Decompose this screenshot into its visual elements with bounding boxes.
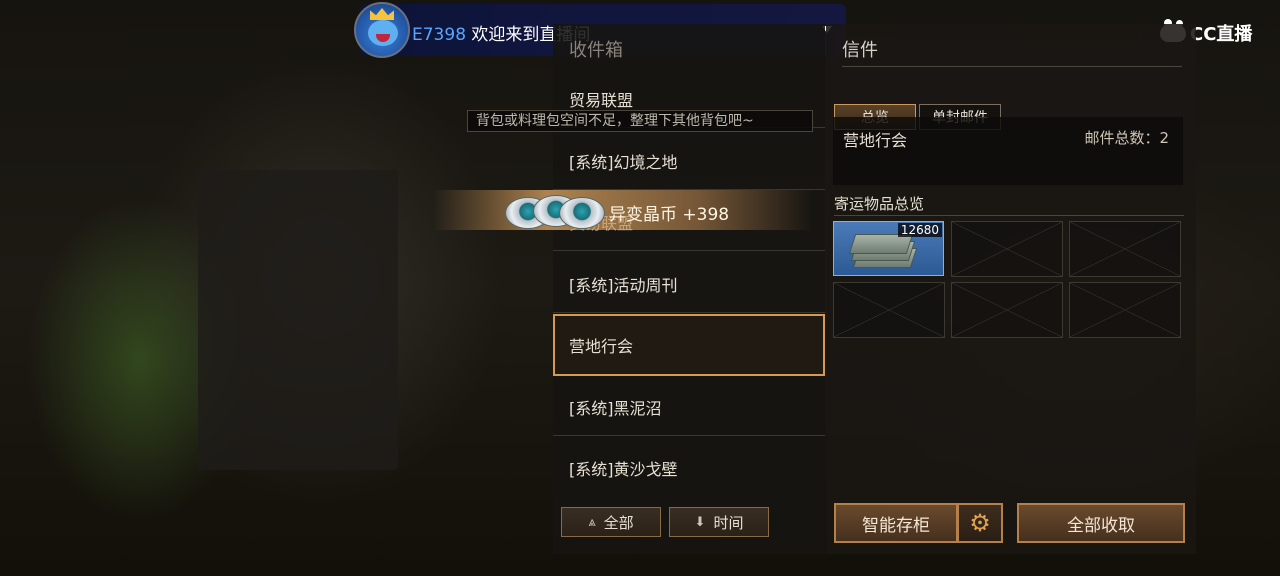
cash-stack-icon (848, 232, 918, 268)
sort-time-label: 时间 (713, 513, 744, 532)
mail-count: 邮件总数：2 (1084, 129, 1169, 147)
inbox-panel: 收件箱 贸易联盟 [系统]幻境之地 贸易联盟 [系统]活动周刊 营地行会 [系统… (553, 24, 825, 554)
mail-item-label: [系统]活动周刊 (569, 276, 678, 295)
mail-item-fantasy-land[interactable]: [系统]幻境之地 (553, 130, 825, 190)
mail-item-label: [系统]幻境之地 (569, 153, 678, 172)
mail-item-label: 营地行会 (569, 337, 634, 356)
background-silhouette (198, 170, 398, 470)
mail-item-weekly-events[interactable]: [系统]活动周刊 (553, 253, 825, 313)
collect-all-button[interactable]: 全部收取 (1017, 503, 1185, 543)
divider (834, 215, 1184, 216)
item-quantity: 12680 (897, 223, 942, 237)
divider (842, 66, 1182, 67)
sender-info-box: 营地行会 邮件总数：2 (833, 117, 1183, 185)
avatar-face (368, 20, 398, 46)
mail-item-yellow-desert[interactable]: [系统]黄沙戈壁 (553, 437, 825, 497)
item-slot-empty (1069, 221, 1181, 277)
inbox-title: 收件箱 (569, 40, 623, 61)
user-id: E7398 (412, 25, 467, 45)
sender-name: 营地行会 (843, 131, 908, 150)
inventory-full-toast: 背包或料理包空间不足，整理下其他背包吧~ (467, 110, 813, 132)
cc-logo-text: CC直播 (1190, 24, 1253, 45)
item-slot-empty (951, 282, 1063, 338)
mail-detail-title: 信件 (842, 40, 878, 61)
item-slot-empty (951, 221, 1063, 277)
avatar[interactable] (354, 2, 410, 58)
mail-item-black-swamp[interactable]: [系统]黑泥沼 (553, 376, 825, 436)
shipped-items-title: 寄运物品总览 (834, 195, 925, 213)
smart-storage-button[interactable]: 智能存柜 (834, 503, 958, 543)
item-slot-cash[interactable]: 12680 (833, 221, 944, 276)
sort-all-label: 全部 (603, 513, 634, 532)
item-slot-empty (833, 282, 945, 338)
crown-icon (370, 8, 394, 20)
gear-icon[interactable]: ⚙ (957, 503, 1003, 543)
reward-text: 异变晶币 +398 (609, 205, 730, 225)
item-slot-empty (1069, 282, 1181, 338)
filter-icon: ⩓ (588, 514, 596, 530)
reward-banner: 异变晶币 +398 (433, 190, 813, 230)
sort-down-icon: ⬇ (694, 514, 706, 530)
sort-all-button[interactable]: ⩓ 全部 (561, 507, 661, 537)
coins-icon (505, 191, 615, 229)
mail-item-label: [系统]黑泥沼 (569, 399, 662, 418)
mail-item-camp-guild[interactable]: 营地行会 (553, 314, 825, 376)
mail-item-label: [系统]黄沙戈壁 (569, 460, 678, 479)
mail-item-label: 贸易联盟 (569, 91, 634, 110)
sort-time-button[interactable]: ⬇ 时间 (669, 507, 769, 537)
